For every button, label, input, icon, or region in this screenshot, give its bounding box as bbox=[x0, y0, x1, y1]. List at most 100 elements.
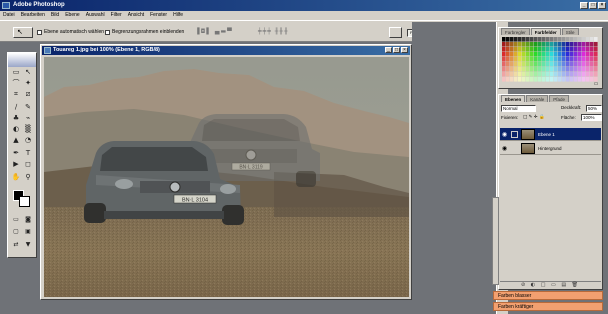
color-swatch[interactable] bbox=[510, 67, 514, 72]
color-swatch[interactable] bbox=[526, 72, 530, 77]
color-swatch[interactable] bbox=[582, 57, 586, 62]
actions-panel-strip[interactable] bbox=[492, 197, 499, 285]
color-swatch[interactable] bbox=[574, 47, 578, 52]
color-swatch[interactable] bbox=[514, 57, 518, 62]
color-swatch[interactable] bbox=[510, 77, 514, 82]
color-swatch[interactable] bbox=[558, 47, 562, 52]
auto-select-checkbox[interactable] bbox=[37, 30, 42, 35]
tab-kanaele[interactable]: Kanäle bbox=[526, 95, 549, 102]
color-swatch[interactable] bbox=[574, 77, 578, 82]
color-swatch[interactable] bbox=[538, 47, 542, 52]
color-swatch[interactable] bbox=[530, 57, 534, 62]
gradient-tool-icon[interactable]: ▒ bbox=[23, 125, 33, 134]
color-swatch[interactable] bbox=[542, 77, 546, 82]
color-swatch[interactable] bbox=[570, 57, 574, 62]
color-swatch[interactable] bbox=[506, 67, 510, 72]
magic-wand-icon[interactable]: ✦ bbox=[23, 79, 33, 88]
color-swatch[interactable] bbox=[526, 67, 530, 72]
opacity-input[interactable]: 50% bbox=[586, 105, 602, 112]
eye-icon[interactable]: ◉ bbox=[501, 131, 508, 138]
color-swatch[interactable] bbox=[558, 57, 562, 62]
menu-bearbeiten[interactable]: Bearbeiten bbox=[21, 11, 45, 20]
color-swatch[interactable] bbox=[554, 37, 558, 42]
color-swatch[interactable] bbox=[566, 67, 570, 72]
color-swatch[interactable] bbox=[534, 42, 538, 47]
color-swatch[interactable] bbox=[558, 42, 562, 47]
color-swatch[interactable] bbox=[582, 77, 586, 82]
color-swatch[interactable] bbox=[570, 77, 574, 82]
color-swatch[interactable] bbox=[538, 67, 542, 72]
color-swatch[interactable] bbox=[554, 52, 558, 57]
brush-tool-icon[interactable]: ✎ bbox=[23, 103, 33, 112]
maximize-button[interactable]: □ bbox=[589, 2, 597, 9]
color-swatch[interactable] bbox=[558, 52, 562, 57]
color-swatch[interactable] bbox=[546, 42, 550, 47]
color-swatch[interactable] bbox=[506, 42, 510, 47]
color-swatch[interactable] bbox=[550, 42, 554, 47]
color-swatch[interactable] bbox=[590, 72, 594, 77]
color-swatch[interactable] bbox=[530, 62, 534, 67]
color-swatch[interactable] bbox=[582, 72, 586, 77]
color-swatch[interactable] bbox=[578, 42, 582, 47]
color-swatch[interactable] bbox=[542, 57, 546, 62]
image-canvas[interactable]: BN·L 3119 BN·L 3104 bbox=[44, 57, 409, 297]
color-swatch[interactable] bbox=[562, 77, 566, 82]
close-button[interactable]: × bbox=[598, 2, 606, 9]
color-swatch[interactable] bbox=[570, 47, 574, 52]
color-swatch[interactable] bbox=[578, 77, 582, 82]
color-swatch[interactable] bbox=[578, 67, 582, 72]
blend-mode-select[interactable]: Normal bbox=[501, 105, 536, 112]
color-swatch[interactable] bbox=[550, 52, 554, 57]
color-swatch[interactable] bbox=[510, 57, 514, 62]
color-swatch[interactable] bbox=[518, 47, 522, 52]
file-browser-button[interactable] bbox=[389, 27, 402, 38]
color-swatch[interactable] bbox=[534, 67, 538, 72]
color-swatch[interactable] bbox=[506, 72, 510, 77]
color-swatch[interactable] bbox=[554, 77, 558, 82]
zoom-tool-icon[interactable]: ⚲ bbox=[23, 173, 33, 182]
color-swatch[interactable] bbox=[506, 62, 510, 67]
color-swatch[interactable] bbox=[542, 37, 546, 42]
blur-tool-icon[interactable]: ▲ bbox=[11, 136, 21, 145]
document-titlebar[interactable]: Touareg 1.jpg bei 100% (Ebene 1, RGB/8) bbox=[42, 46, 410, 55]
menu-filter[interactable]: Filter bbox=[111, 11, 122, 20]
color-swatch[interactable] bbox=[586, 67, 590, 72]
color-swatch[interactable] bbox=[502, 52, 506, 57]
menu-auswahl[interactable]: Auswahl bbox=[86, 11, 105, 20]
color-swatch[interactable] bbox=[530, 72, 534, 77]
color-swatch[interactable] bbox=[542, 72, 546, 77]
color-swatch[interactable] bbox=[586, 47, 590, 52]
color-swatch[interactable] bbox=[554, 47, 558, 52]
menu-hilfe[interactable]: Hilfe bbox=[173, 11, 183, 20]
history-brush-icon[interactable]: ⌁ bbox=[23, 114, 33, 123]
color-swatch[interactable] bbox=[518, 77, 522, 82]
color-swatch[interactable] bbox=[550, 37, 554, 42]
color-swatch[interactable] bbox=[594, 52, 598, 57]
color-swatch[interactable] bbox=[566, 72, 570, 77]
stamp-tool-icon[interactable]: ♣ bbox=[11, 114, 21, 123]
color-swatch[interactable] bbox=[590, 57, 594, 62]
color-swatch[interactable] bbox=[526, 52, 530, 57]
color-swatch[interactable] bbox=[542, 62, 546, 67]
color-swatch[interactable] bbox=[530, 42, 534, 47]
color-swatch[interactable] bbox=[506, 52, 510, 57]
color-swatch[interactable] bbox=[566, 37, 570, 42]
color-swatch[interactable] bbox=[538, 72, 542, 77]
color-swatch[interactable] bbox=[522, 77, 526, 82]
color-swatch[interactable] bbox=[542, 42, 546, 47]
doc-close-button[interactable]: × bbox=[401, 47, 408, 53]
layer-row-ebene-1[interactable]: ◉ Ebene 1 bbox=[500, 128, 601, 141]
color-swatch[interactable] bbox=[554, 72, 558, 77]
document-window[interactable]: Touareg 1.jpg bei 100% (Ebene 1, RGB/8) … bbox=[40, 44, 412, 300]
color-swatch[interactable] bbox=[510, 62, 514, 67]
color-swatch[interactable] bbox=[514, 67, 518, 72]
color-swatch[interactable] bbox=[510, 37, 514, 42]
background-color-swatch[interactable] bbox=[19, 196, 30, 207]
color-swatch[interactable] bbox=[558, 67, 562, 72]
color-swatch[interactable] bbox=[590, 37, 594, 42]
color-swatch[interactable] bbox=[518, 57, 522, 62]
eraser-tool-icon[interactable]: ◐ bbox=[11, 125, 21, 134]
color-swatch[interactable] bbox=[518, 37, 522, 42]
color-swatch[interactable] bbox=[554, 57, 558, 62]
color-swatch[interactable] bbox=[558, 77, 562, 82]
